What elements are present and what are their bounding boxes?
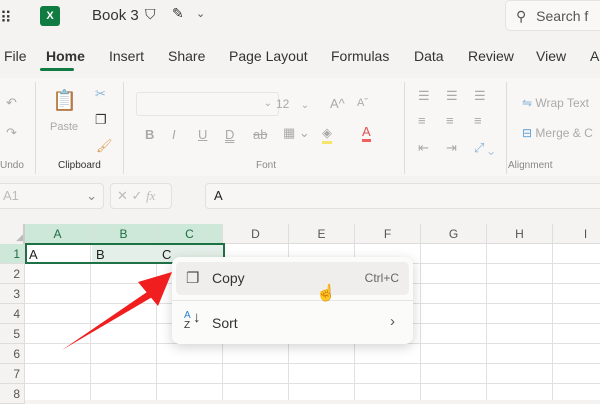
annotation-arrow-icon — [62, 272, 172, 350]
arrow-shaft — [62, 290, 154, 350]
